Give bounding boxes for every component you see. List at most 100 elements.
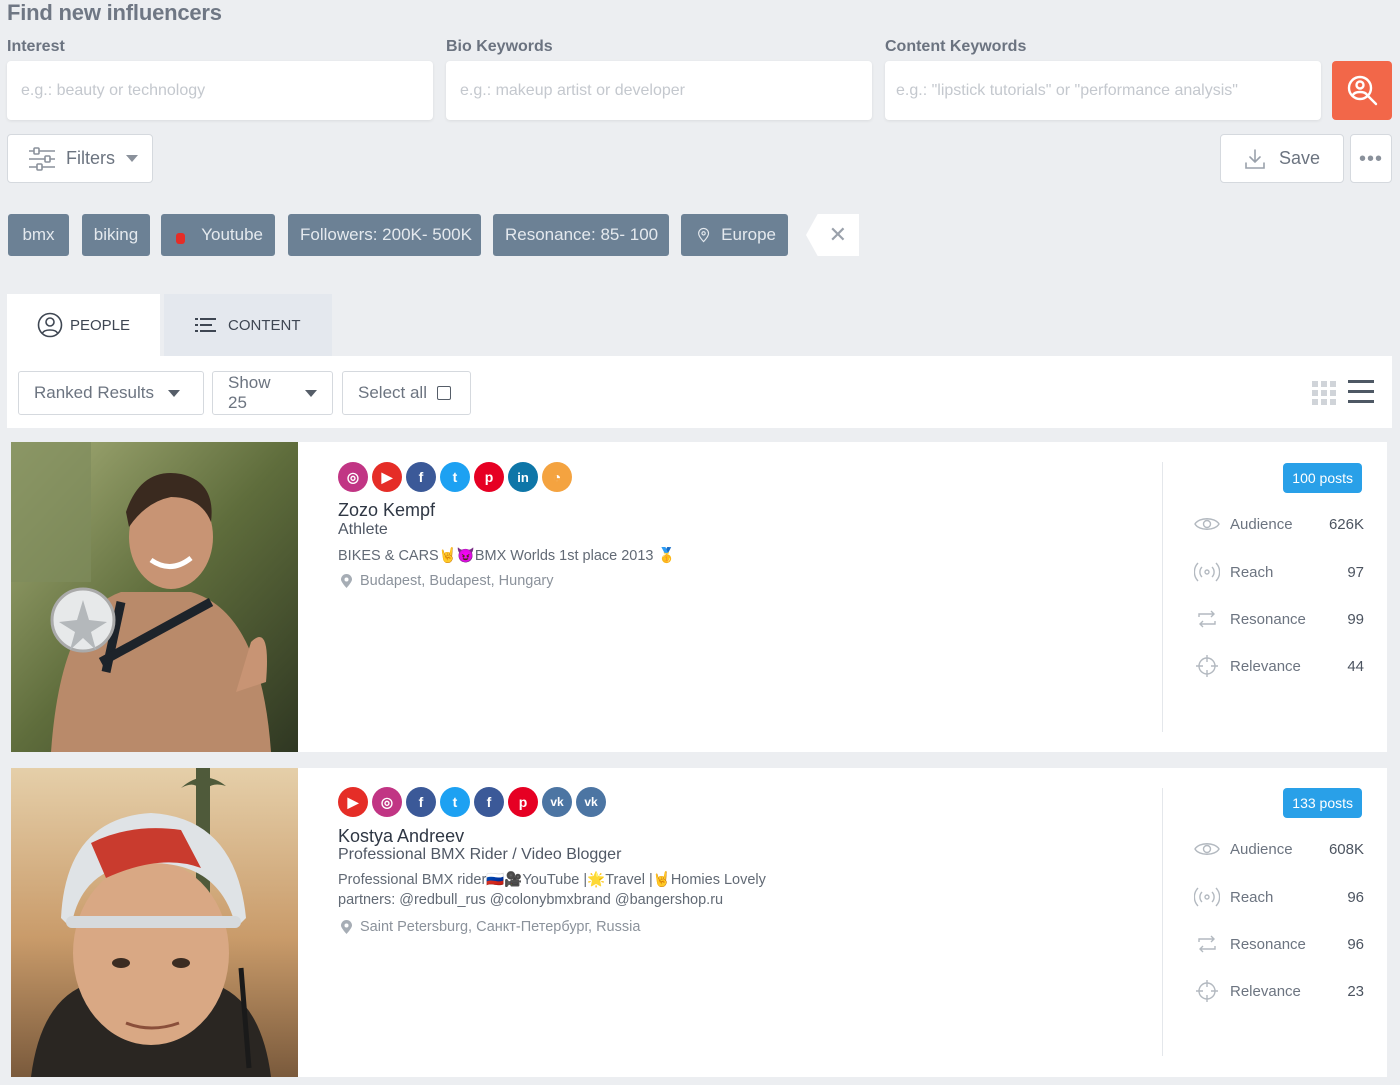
stat-label: Reach (1230, 563, 1274, 581)
person-icon (37, 312, 63, 338)
stat-value: 97 (1347, 563, 1364, 581)
filter-chip-biking[interactable]: biking (82, 214, 150, 256)
vk-icon[interactable]: vk (542, 787, 572, 817)
crosshair-icon (1196, 655, 1218, 677)
stat-audience: Audience 608K (1194, 835, 1364, 863)
tab-label: CONTENT (228, 316, 301, 334)
rss-icon[interactable]: ◔ (542, 462, 572, 492)
filter-chip-youtube[interactable]: Youtube (161, 214, 275, 256)
location-pin-icon (341, 574, 352, 588)
more-options-button[interactable]: ••• (1350, 134, 1392, 183)
broadcast-icon (1194, 562, 1220, 582)
search-person-icon (1347, 75, 1378, 105)
posts-badge[interactable]: 133 posts (1283, 788, 1362, 818)
repeat-icon (1198, 610, 1216, 628)
filter-chip-resonance[interactable]: Resonance: 85- 100 (493, 214, 669, 256)
youtube-icon (176, 232, 186, 244)
influencer-bio: Professional BMX rider🇷🇺🎥YouTube |🌟Trave… (338, 872, 766, 908)
sort-dropdown[interactable]: Ranked Results (18, 371, 204, 415)
tab-people[interactable]: PEOPLE (7, 294, 160, 356)
stat-value: 44 (1347, 657, 1364, 675)
save-button[interactable]: Save (1220, 134, 1344, 183)
grid-view-icon[interactable] (1312, 381, 1336, 405)
stat-value: 23 (1347, 982, 1364, 1000)
filter-chip-label: bmx (22, 225, 55, 244)
sort-label: Ranked Results (34, 383, 155, 402)
influencer-name[interactable]: Zozo Kempf (338, 500, 435, 521)
location-text: Budapest, Budapest, Hungary (360, 573, 554, 589)
page-size-dropdown[interactable]: Show 25 (212, 371, 333, 415)
stat-audience: Audience 626K (1194, 510, 1364, 538)
divider (1162, 788, 1163, 1056)
filter-chip-bmx[interactable]: bmx (8, 214, 69, 256)
pinterest-icon[interactable]: p (474, 462, 504, 492)
content-keywords-input[interactable] (885, 61, 1321, 120)
social-links: ▶ ◎ f t f p vk vk (338, 787, 606, 817)
youtube-icon[interactable]: ▶ (338, 787, 368, 817)
stat-label: Relevance (1230, 657, 1301, 675)
facebook-icon[interactable]: f (406, 787, 436, 817)
influencer-bio: BIKES & CARS🤘😈BMX Worlds 1st place 2013 … (338, 548, 676, 564)
eye-icon (1194, 843, 1220, 855)
influencer-role: Professional BMX Rider / Video Blogger (338, 846, 622, 863)
facebook-icon[interactable]: f (474, 787, 504, 817)
stat-resonance: Resonance 99 (1194, 605, 1364, 633)
youtube-icon[interactable]: ▶ (372, 462, 402, 492)
bio-keywords-label: Bio Keywords (446, 38, 553, 55)
facebook-icon[interactable]: f (406, 462, 436, 492)
influencer-location: Saint Petersburg, Санкт-Петербург, Russi… (341, 919, 640, 935)
instagram-icon[interactable]: ◎ (372, 787, 402, 817)
influencer-name[interactable]: Kostya Andreev (338, 826, 464, 847)
social-links: ◎ ▶ f t p in ◔ (338, 462, 572, 492)
stat-label: Audience (1230, 515, 1293, 533)
stat-reach: Reach 96 (1194, 883, 1364, 911)
filters-button[interactable]: Filters (7, 134, 153, 183)
divider (1162, 462, 1163, 732)
instagram-icon[interactable]: ◎ (338, 462, 368, 492)
tab-content[interactable]: CONTENT (164, 294, 332, 356)
tab-label: PEOPLE (70, 316, 131, 334)
profile-photo (11, 768, 298, 1077)
stat-resonance: Resonance 96 (1194, 930, 1364, 958)
filter-chip-followers[interactable]: Followers: 200K- 500K (288, 214, 481, 256)
filter-chip-europe[interactable]: Europe (681, 214, 788, 256)
chevron-down-icon (168, 389, 181, 397)
page-title: Find new influencers (7, 0, 222, 25)
stat-label: Resonance (1230, 935, 1306, 953)
stat-value: 96 (1347, 935, 1364, 953)
location-text: Saint Petersburg, Санкт-Петербург, Russi… (360, 919, 641, 935)
influencer-role: Athlete (338, 521, 388, 538)
select-all-button[interactable]: Select all (342, 371, 471, 415)
influencer-card[interactable]: ▶ ◎ f t f p vk vk Kostya Andreev Profess… (11, 768, 1387, 1077)
repeat-icon (1198, 935, 1216, 953)
stat-value: 96 (1347, 888, 1364, 906)
twitter-icon[interactable]: t (440, 462, 470, 492)
filter-chip-label: Youtube (201, 225, 263, 244)
filters-label: Filters (66, 148, 115, 168)
posts-badge[interactable]: 100 posts (1283, 463, 1362, 493)
stat-label: Audience (1230, 840, 1293, 858)
stat-relevance: Relevance 44 (1194, 652, 1364, 680)
checkbox[interactable] (436, 386, 451, 400)
interest-input[interactable] (7, 61, 433, 120)
eye-icon (1194, 518, 1220, 530)
bio-keywords-input[interactable] (446, 61, 872, 120)
list-view-icon[interactable] (1348, 380, 1374, 406)
close-icon: ✕ (828, 222, 847, 247)
twitter-icon[interactable]: t (440, 787, 470, 817)
stat-label: Relevance (1230, 982, 1301, 1000)
page-size-label: Show 25 (228, 373, 271, 412)
pinterest-icon[interactable]: p (508, 787, 538, 817)
search-button[interactable] (1332, 61, 1392, 120)
chevron-down-icon (126, 155, 138, 162)
crosshair-icon (1196, 980, 1218, 1002)
clear-filters-button[interactable]: ✕ (806, 214, 859, 256)
profile-photo (11, 442, 298, 752)
vk-icon[interactable]: vk (576, 787, 606, 817)
broadcast-icon (1194, 887, 1220, 907)
linkedin-icon[interactable]: in (508, 462, 538, 492)
stat-relevance: Relevance 23 (1194, 977, 1364, 1005)
content-keywords-label: Content Keywords (885, 38, 1027, 55)
list-icon (195, 318, 216, 332)
influencer-card[interactable]: ◎ ▶ f t p in ◔ Zozo Kempf Athlete BIKES … (11, 442, 1387, 752)
